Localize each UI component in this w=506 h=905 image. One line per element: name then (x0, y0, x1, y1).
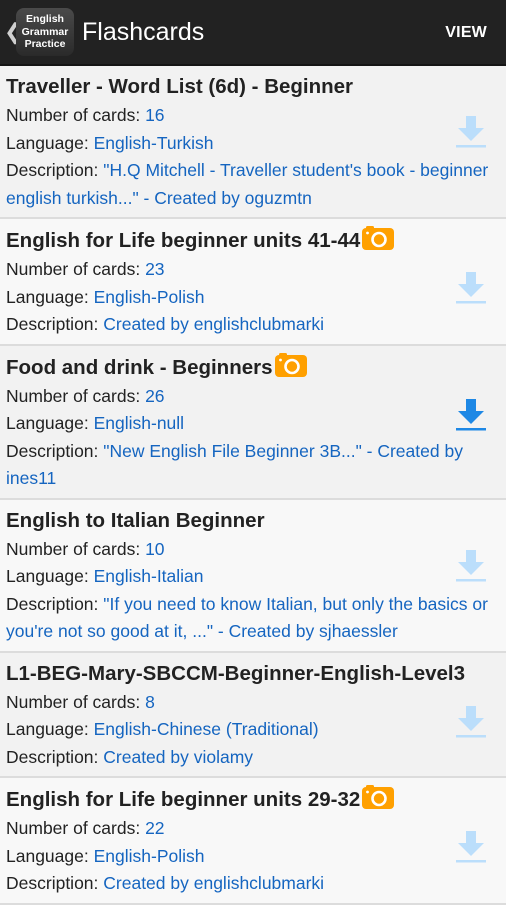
cards-count: 10 (145, 538, 165, 559)
set-title-text: Food and drink - Beginners (6, 355, 273, 379)
download-icon[interactable] (455, 397, 487, 431)
language-row: Language: English-Chinese (Traditional) (6, 716, 500, 744)
flashcard-set-item[interactable]: Traveller - Word List (6d) - Beginner Nu… (0, 66, 506, 219)
cards-label: Number of cards: (6, 538, 146, 559)
cards-row: Number of cards: 16 (6, 102, 500, 130)
language-value: English-Polish (93, 845, 205, 866)
set-title-text: L1-BEG-Mary-SBCCM-Beginner-English-Level… (6, 661, 466, 685)
language-label: Language: (6, 566, 94, 586)
set-title: Traveller - Word List (6d) - Beginner (6, 72, 500, 102)
app-logo[interactable]: English Grammar Practice (16, 8, 74, 56)
language-label: Language: (6, 413, 94, 433)
cards-count: 22 (145, 818, 165, 838)
camera-icon (361, 784, 395, 810)
flashcard-set-item[interactable]: Food and drink - Beginners Number of car… (0, 345, 506, 500)
language-label: Language: (6, 719, 94, 739)
description-label: Description: (6, 160, 104, 180)
back-chevron-icon[interactable]: ❮ (4, 0, 22, 65)
description-label: Description: (6, 440, 104, 461)
description-row: Description: Created by violamy (6, 744, 500, 772)
cards-count: 16 (145, 105, 165, 125)
logo-line: Practice (24, 38, 66, 51)
cards-label: Number of cards: (6, 818, 146, 838)
language-row: Language: English-Polish (6, 843, 500, 871)
language-value: English-null (93, 413, 185, 433)
set-title: English for Life beginner units 41-44 (6, 225, 500, 256)
cards-row: Number of cards: 26 (6, 383, 500, 411)
description-row: Description: "If you need to know Italia… (6, 591, 500, 646)
cards-count: 8 (145, 691, 155, 712)
language-value: English-Italian (93, 566, 204, 586)
cards-row: Number of cards: 23 (6, 256, 500, 284)
logo-line: English (26, 13, 64, 26)
app-bar: ❮ English Grammar Practice Flashcards VI… (0, 0, 506, 66)
description-row: Description: "New English File Beginner … (6, 438, 500, 493)
language-value: English-Turkish (93, 132, 214, 153)
language-row: Language: English-null (6, 410, 500, 438)
set-title-text: English to Italian Beginner (6, 508, 265, 532)
description-value: Created by englishclubmarki (103, 314, 325, 334)
set-title: Food and drink - Beginners (6, 352, 500, 383)
description-row: Description: Created by englishclubmarki (6, 870, 500, 898)
camera-icon (361, 225, 395, 251)
cards-row: Number of cards: 8 (6, 689, 500, 717)
set-title: English to Italian Beginner (6, 506, 500, 536)
description-label: Description: (6, 314, 104, 334)
cards-label: Number of cards: (6, 385, 146, 406)
description-value: Created by violamy (103, 746, 254, 767)
language-row: Language: English-Turkish (6, 130, 500, 158)
flashcard-set-item[interactable]: English for Life beginner units 41-44 Nu… (0, 219, 506, 346)
download-icon[interactable] (455, 548, 487, 582)
description-label: Description: (6, 746, 104, 767)
set-title-text: English for Life beginner units 29-32 (6, 788, 361, 811)
description-row: Description: Created by englishclubmarki (6, 311, 500, 339)
logo-line: Grammar (21, 25, 69, 38)
flashcard-set-item[interactable]: English to Italian Beginner Number of ca… (0, 499, 506, 653)
set-title: L1-BEG-Mary-SBCCM-Beginner-English-Level… (6, 659, 500, 689)
language-row: Language: English-Polish (6, 284, 500, 312)
language-label: Language: (6, 132, 94, 153)
set-title-text: Traveller - Word List (6d) - Beginner (6, 75, 354, 98)
download-icon[interactable] (455, 704, 487, 738)
language-label: Language: (6, 286, 94, 307)
download-icon[interactable] (455, 829, 487, 863)
description-row: Description: "H.Q Mitchell - Traveller s… (6, 157, 500, 212)
page-title: Flashcards (82, 17, 205, 46)
language-value: English-Polish (93, 286, 205, 307)
cards-row: Number of cards: 10 (6, 536, 500, 564)
cards-label: Number of cards: (6, 105, 146, 125)
description-value: Created by englishclubmarki (103, 873, 325, 893)
cards-label: Number of cards: (6, 691, 146, 712)
description-label: Description: (6, 593, 104, 614)
set-title-text: English for Life beginner units 41-44 (6, 229, 361, 252)
language-value: English-Chinese (Traditional) (93, 719, 319, 739)
flashcard-list: Traveller - Word List (6d) - Beginner Nu… (0, 66, 506, 905)
camera-icon (274, 352, 308, 378)
download-icon[interactable] (455, 114, 487, 148)
set-title: English for Life beginner units 29-32 (6, 784, 500, 815)
cards-count: 26 (145, 385, 165, 406)
download-icon[interactable] (455, 270, 487, 304)
cards-row: Number of cards: 22 (6, 815, 500, 843)
flashcard-set-item[interactable]: English for Life beginner units 29-32 Nu… (0, 778, 506, 905)
cards-label: Number of cards: (6, 259, 146, 279)
cards-count: 23 (145, 259, 165, 279)
description-label: Description: (6, 873, 104, 893)
view-button[interactable]: VIEW (445, 0, 487, 66)
language-row: Language: English-Italian (6, 563, 500, 591)
flashcard-set-item[interactable]: L1-BEG-Mary-SBCCM-Beginner-English-Level… (0, 652, 506, 778)
language-label: Language: (6, 845, 94, 866)
